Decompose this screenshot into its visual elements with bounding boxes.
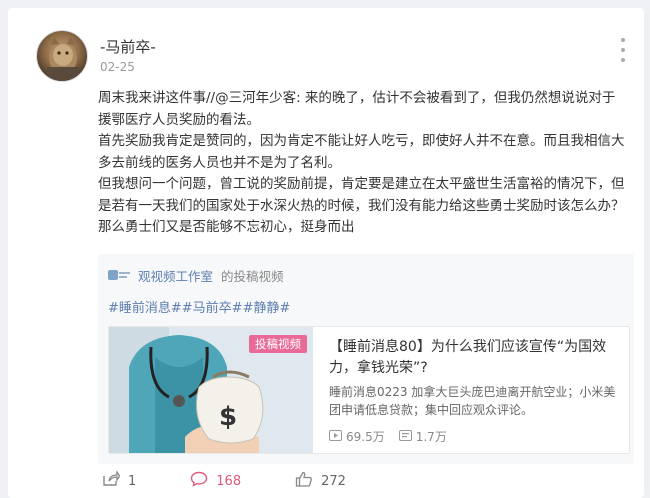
repost-source-name[interactable]: 观视频工作室 <box>138 266 213 285</box>
post-content: 周末我来讲这件事//@三河年少客: 来的晚了，估计不会被看到了，但我仍然想说说对… <box>98 88 628 239</box>
danmaku-count: 1.7万 <box>398 428 447 445</box>
post-date: 02-25 <box>100 60 135 74</box>
video-title[interactable]: 【睡前消息80】为什么我们应该宣传“为国效力，拿钱光荣”? <box>329 337 621 379</box>
hashtag-link[interactable]: #睡前消息##马前卒##静静# <box>108 301 290 316</box>
like-count: 272 <box>321 473 346 489</box>
comment-icon <box>190 471 216 491</box>
post-paragraph: 首先奖励我肯定是赞同的，因为肯定不能让好人吃亏，即使好人并不在意。而且我相信大多… <box>98 133 625 171</box>
repost-source: 观视频工作室 的投稿视频 <box>108 266 284 284</box>
repost-block: 观视频工作室 的投稿视频 #睡前消息##马前卒##静静# $ 投稿视频 【睡前消… <box>98 254 634 464</box>
video-stats: 69.5万 1.7万 <box>329 428 461 445</box>
post-paragraph: 周末我来讲这件事//@三河年少客: 来的晚了，估计不会被看到了，但我仍然想说说对… <box>98 90 616 128</box>
danmaku-count-value: 1.7万 <box>415 430 447 444</box>
author-name[interactable]: -马前卒- <box>100 36 156 57</box>
share-count: 1 <box>128 473 137 489</box>
share-icon <box>102 469 128 491</box>
video-thumbnail[interactable]: $ 投稿视频 <box>109 327 313 453</box>
avatar[interactable] <box>36 30 88 82</box>
share-button[interactable]: 1 <box>102 469 137 491</box>
svg-text:$: $ <box>219 402 237 432</box>
play-icon <box>329 429 346 444</box>
post-card: -马前卒- 02-25 周末我来讲这件事//@三河年少客: 来的晚了，估计不会被… <box>8 8 644 498</box>
more-options-icon[interactable] <box>618 38 628 62</box>
video-studio-logo-icon <box>108 269 130 281</box>
danmaku-icon <box>398 429 416 444</box>
play-count-value: 69.5万 <box>346 430 385 444</box>
comment-button[interactable]: 168 <box>190 471 241 491</box>
video-description: 睡前消息0223 加拿大巨头庞巴迪离开航空业；小米美团申请低息贷款；集中回应观众… <box>329 385 616 417</box>
submission-badge: 投稿视频 <box>249 335 307 353</box>
post-paragraph: 但我想问一个问题，曾工说的奖励前提，肯定要是建立在太平盛世生活富裕的情况下，但是… <box>98 176 625 235</box>
post-actions: 1 168 272 <box>102 469 400 491</box>
repost-tags[interactable]: #睡前消息##马前卒##静静# <box>108 297 290 316</box>
video-card[interactable]: $ 投稿视频 【睡前消息80】为什么我们应该宣传“为国效力，拿钱光荣”? 睡前消… <box>108 326 630 454</box>
play-count: 69.5万 <box>329 428 385 445</box>
thumbs-up-icon <box>295 471 321 491</box>
like-button[interactable]: 272 <box>295 471 346 491</box>
repost-source-desc: 的投稿视频 <box>221 268 284 284</box>
comment-count: 168 <box>216 473 242 489</box>
